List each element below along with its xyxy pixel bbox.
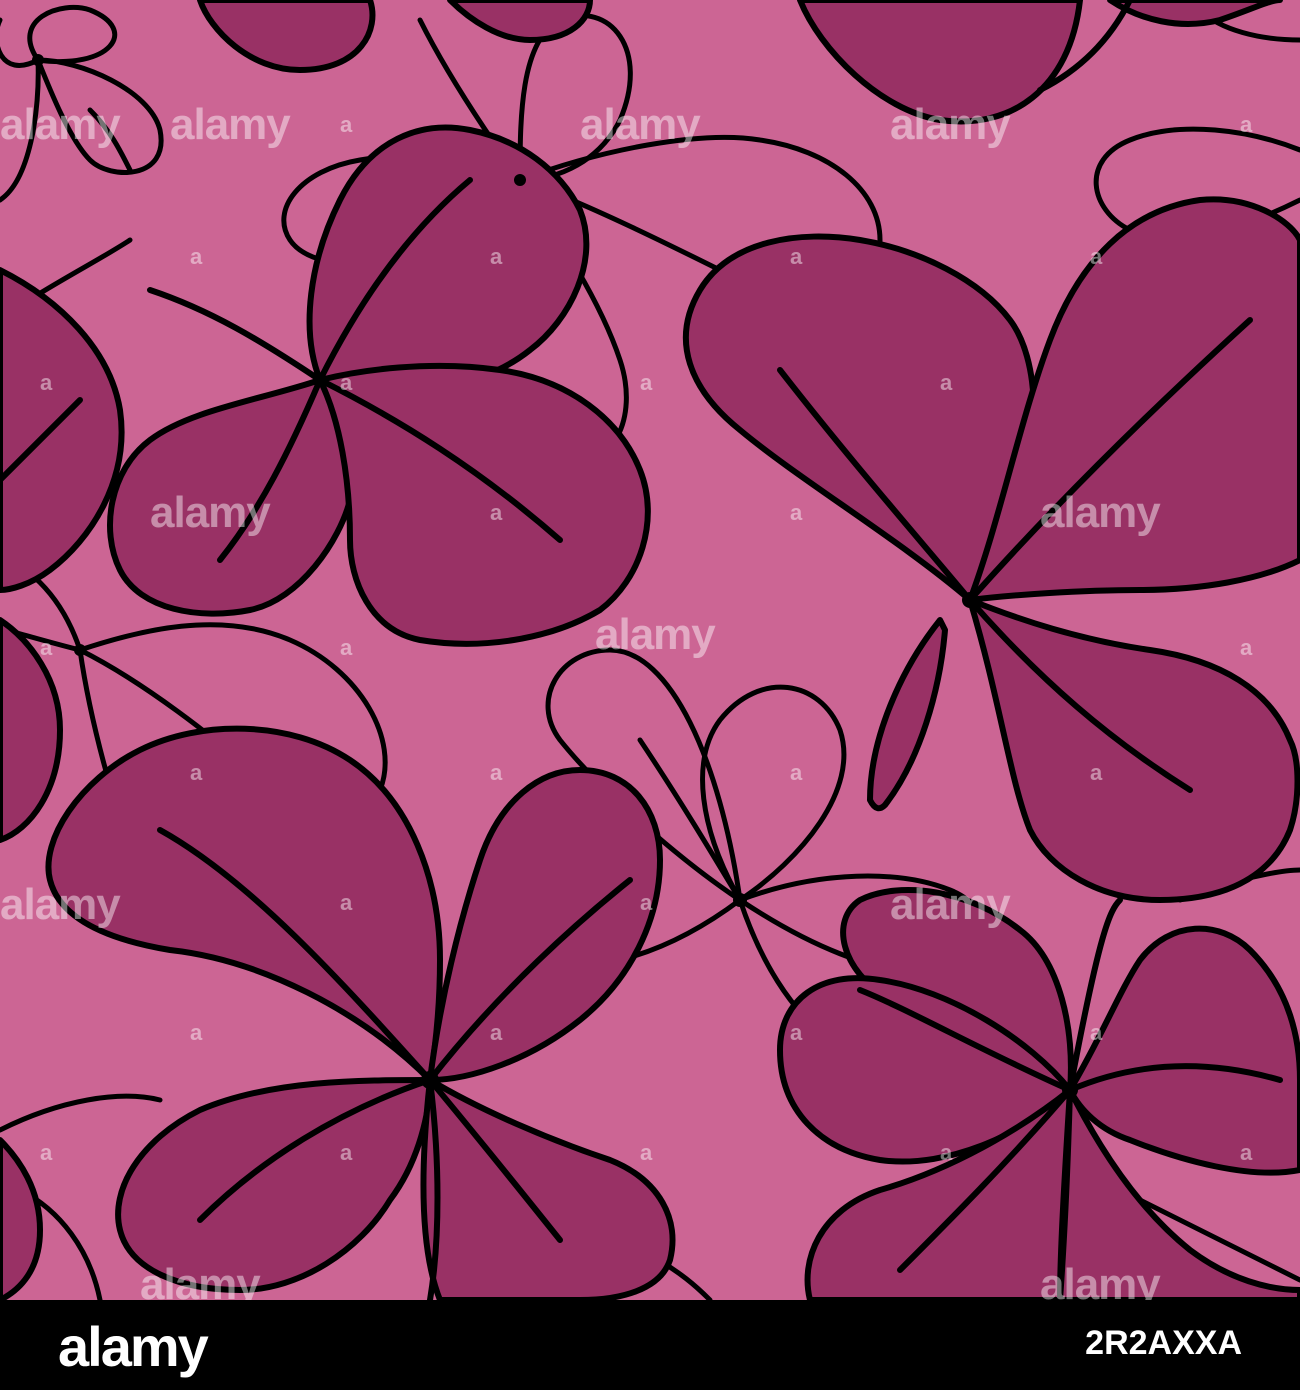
footer-bar: alamy 2R2AXXA <box>0 1300 1300 1390</box>
clover-pattern <box>0 0 1300 1300</box>
footer-logo[interactable]: alamy <box>58 1314 209 1379</box>
pattern-image: alamy alamy alamy alamy alamy alamy alam… <box>0 0 1300 1300</box>
image-id: 2R2AXXA <box>1085 1324 1242 1362</box>
